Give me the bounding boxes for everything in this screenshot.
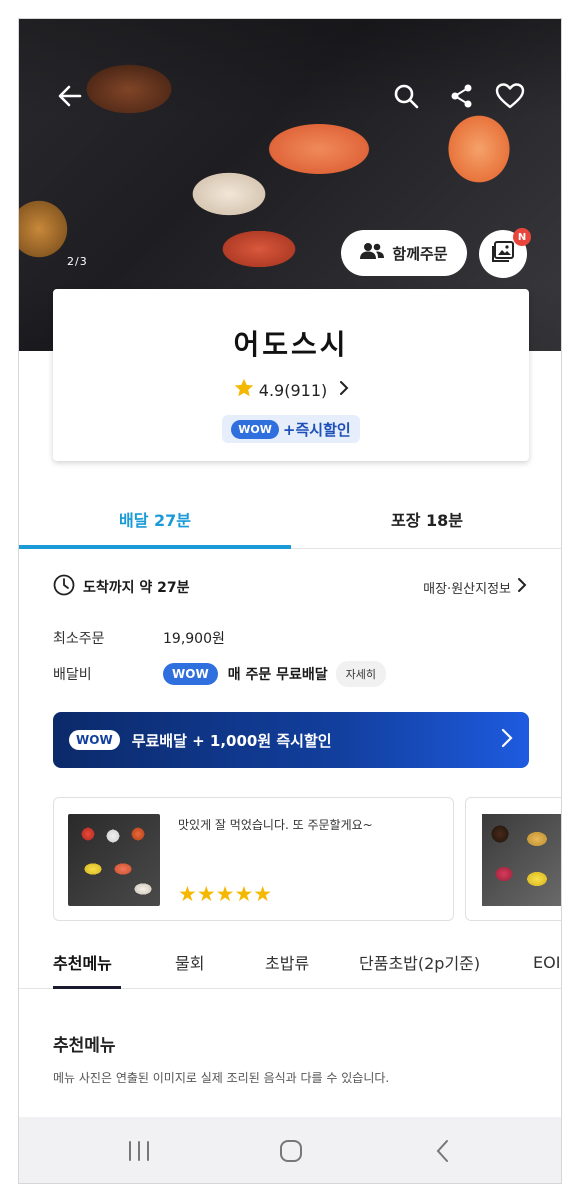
group-order-button[interactable]: 함께주문: [341, 230, 467, 276]
clock-icon: [53, 574, 75, 600]
active-tab-indicator: [19, 545, 291, 549]
review-text: 맛있게 잘 먹었습니다. 또 주문할게요~: [178, 818, 373, 832]
group-order-label: 함께주문: [392, 244, 448, 263]
wow-discount-badge: WOW +즉시할인: [222, 415, 360, 443]
section-description: 메뉴 사진은 연출된 이미지로 실제 조리된 음식과 다를 수 있습니다.: [53, 1071, 390, 1085]
tab-mulhoe[interactable]: 물회: [175, 935, 204, 989]
min-order-row: 최소주문 19,900원: [53, 627, 527, 649]
new-badge: N: [513, 228, 531, 246]
tab-delivery[interactable]: 배달 27분: [19, 489, 291, 549]
rating-value: 4.9(911): [258, 380, 328, 400]
review-photo: [68, 814, 160, 906]
fee-detail-button[interactable]: 자세히: [335, 661, 386, 687]
review-photo: [482, 814, 561, 906]
section-title: 추천메뉴: [53, 1036, 116, 1056]
arrival-row: 도착까지 약 27분 매장·원산지정보: [53, 574, 527, 600]
back-arrow-icon[interactable]: [53, 79, 87, 113]
review-card[interactable]: [465, 797, 561, 921]
arrival-time: 도착까지 약 27분: [83, 580, 190, 596]
group-icon: [360, 241, 385, 265]
wow-pill: WOW: [231, 419, 279, 439]
recent-apps-icon[interactable]: [109, 1117, 169, 1183]
system-navigation-bar: [19, 1117, 561, 1183]
delivery-fee-row: 배달비 WOW 매 주문 무료배달 자세히: [53, 659, 527, 689]
wow-promo-text: +즉시할인: [282, 420, 351, 439]
tab-eoi[interactable]: EOI: [533, 935, 560, 989]
min-order-value: 19,900원: [163, 631, 225, 647]
star-icon: [233, 377, 255, 403]
wow-membership-banner[interactable]: WOW 무료배달 + 1,000원 즉시할인: [53, 712, 529, 768]
store-info-card: 어도스시 4.9(911) WOW +즉시할인: [53, 289, 529, 461]
home-icon[interactable]: [261, 1117, 321, 1183]
search-icon[interactable]: [389, 79, 423, 113]
photo-icon: [491, 241, 515, 267]
min-order-label: 최소주문: [53, 631, 105, 647]
image-page-indicator: 2/3: [67, 255, 88, 268]
tab-recommended[interactable]: 추천메뉴: [53, 935, 112, 989]
store-name: 어도스시: [233, 328, 349, 361]
rating-link[interactable]: 4.9(911): [53, 377, 529, 403]
menu-category-tabs: 추천메뉴 물회 초밥류 단품초밥(2p기준) EOI: [19, 935, 561, 989]
wow-pill: WOW: [69, 730, 120, 750]
active-menu-tab-indicator: [53, 986, 121, 989]
delivery-mode-tabs: 배달 27분 포장 18분: [19, 489, 561, 549]
chevron-right-icon: [517, 577, 527, 597]
chevron-right-icon: [501, 728, 513, 753]
wow-pill: WOW: [163, 663, 218, 685]
delivery-fee-text: 매 주문 무료배달: [227, 667, 328, 683]
share-icon[interactable]: [445, 79, 479, 113]
tab-single-sushi[interactable]: 단품초밥(2p기준): [359, 935, 480, 989]
store-info-link[interactable]: 매장·원산지정보: [423, 577, 527, 597]
store-info-label: 매장·원산지정보: [423, 581, 511, 597]
photo-review-button[interactable]: N: [479, 228, 531, 278]
heart-icon[interactable]: [493, 79, 527, 113]
app-screen: 2/3 함께주문 N 어도스시 4.9(911) WOW +즉시할인 배달 27…: [18, 18, 562, 1184]
wow-banner-text: 무료배달 + 1,000원 즉시할인: [131, 731, 332, 750]
review-card[interactable]: 맛있게 잘 먹었습니다. 또 주문할게요~ ★★★★★: [53, 797, 454, 921]
chevron-right-icon: [339, 380, 349, 400]
delivery-fee-label: 배달비: [53, 667, 92, 683]
nav-back-icon[interactable]: [413, 1117, 473, 1183]
tab-pickup[interactable]: 포장 18분: [291, 489, 561, 549]
tab-sushi[interactable]: 초밥류: [265, 935, 309, 989]
review-stars: ★★★★★: [178, 882, 273, 906]
